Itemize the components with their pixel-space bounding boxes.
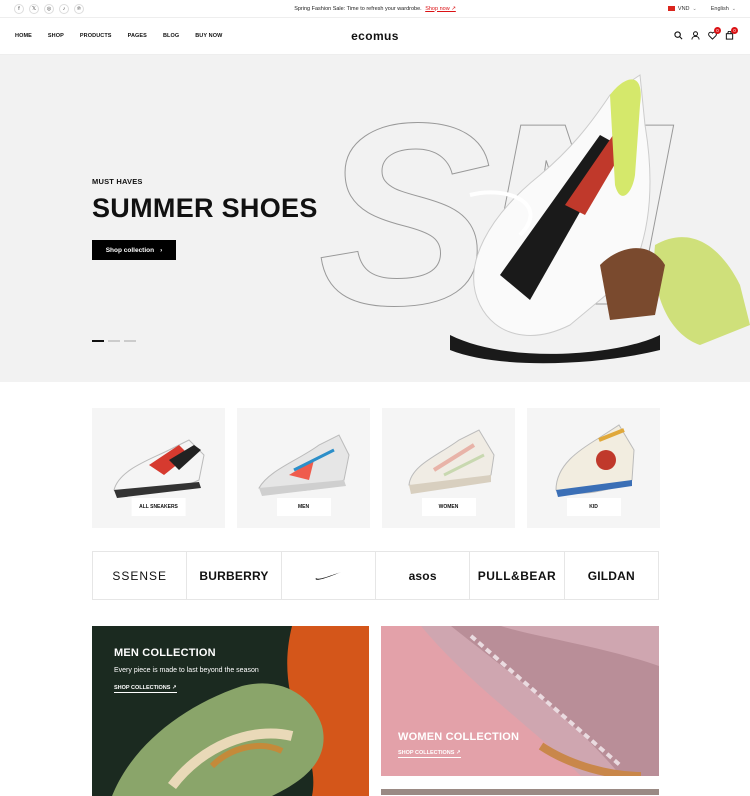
sneaker-image	[408, 429, 495, 494]
category-label[interactable]: WOMEN	[421, 498, 476, 516]
nav-products[interactable]: PRODUCTS	[80, 33, 112, 39]
sneaker-image	[555, 424, 635, 497]
men-collection-banner[interactable]: MEN COLLECTION Every piece is made to la…	[92, 626, 369, 796]
search-icon[interactable]	[673, 30, 683, 40]
wishlist-count-badge: 0	[714, 27, 721, 34]
women-collection-title: WOMEN COLLECTION	[398, 731, 520, 743]
category-card-women[interactable]: WOMEN	[382, 408, 515, 528]
slide-dot[interactable]	[108, 340, 120, 342]
men-collection-description: Every piece is made to last beyond the s…	[114, 667, 259, 674]
slider-pagination	[92, 340, 136, 342]
slide-dot[interactable]	[92, 340, 104, 342]
category-card-men[interactable]: MEN	[237, 408, 370, 528]
sneaker-image	[113, 439, 205, 498]
account-icon[interactable]	[690, 30, 700, 40]
women-collection-banner[interactable]: WOMEN COLLECTION SHOP COLLECTIONS ↗	[381, 626, 659, 776]
hero-subtitle: MUST HAVES	[92, 177, 143, 186]
hero-title: SUMMER SHOES	[92, 193, 318, 223]
men-collection-title: MEN COLLECTION	[114, 647, 216, 659]
hero-shoe-image	[450, 74, 750, 364]
nike-swoosh-icon	[315, 571, 342, 580]
main-header: HOME SHOP PRODUCTS PAGES BLOG BUY NOW ec…	[0, 18, 750, 55]
hero-slider: SN MUST HAVES SUMMER SHOES Shop collecti…	[0, 55, 750, 382]
brand-nike[interactable]	[282, 552, 376, 599]
promo-shop-now-link[interactable]: Shop now ↗	[425, 6, 456, 12]
category-label[interactable]: ALL SNEAKERS	[131, 498, 186, 516]
promo-text: Spring Fashion Sale: Time to refresh you…	[294, 5, 422, 12]
brand-ssense[interactable]: SSENSE	[93, 552, 188, 599]
announcement-bar: f 𝕏 ◎ ♪ ℗ Spring Fashion Sale: Time to r…	[0, 0, 750, 18]
cart-icon[interactable]: 0	[724, 27, 738, 40]
category-label[interactable]: MEN	[276, 498, 331, 516]
category-card-kid[interactable]: KID	[527, 408, 660, 528]
nav-buy-now[interactable]: BUY NOW	[195, 33, 222, 39]
brand-logos: SSENSE BURBERRY asos PULL&BEAR GILDAN	[92, 551, 659, 600]
brand-pull-and-bear[interactable]: PULL&BEAR	[470, 552, 565, 599]
main-nav: HOME SHOP PRODUCTS PAGES BLOG BUY NOW	[15, 33, 222, 39]
cart-count-badge: 0	[731, 27, 738, 34]
brand-gildan[interactable]: GILDAN	[565, 552, 658, 599]
shop-collection-button[interactable]: Shop collection ›	[92, 240, 176, 260]
chevron-right-icon: ›	[160, 246, 163, 254]
sneaker-image	[258, 434, 350, 496]
promo-message: Spring Fashion Sale: Time to refresh you…	[0, 6, 750, 12]
women-shop-collections-link[interactable]: SHOP COLLECTIONS ↗	[398, 750, 461, 758]
category-card-all-sneakers[interactable]: ALL SNEAKERS	[92, 408, 225, 528]
wishlist-icon[interactable]: 0	[707, 27, 721, 40]
next-collection-banner[interactable]	[381, 789, 659, 795]
men-shop-collections-link[interactable]: SHOP COLLECTIONS ↗	[114, 685, 177, 693]
shop-collection-label: Shop collection	[105, 246, 155, 254]
nav-blog[interactable]: BLOG	[163, 33, 179, 39]
category-label[interactable]: KID	[566, 498, 621, 516]
nav-pages[interactable]: PAGES	[128, 33, 147, 39]
brand-burberry[interactable]: BURBERRY	[187, 552, 282, 599]
nav-home[interactable]: HOME	[15, 33, 32, 39]
slide-dot[interactable]	[124, 340, 136, 342]
brand-asos[interactable]: asos	[376, 552, 471, 599]
nav-shop[interactable]: SHOP	[48, 33, 64, 39]
